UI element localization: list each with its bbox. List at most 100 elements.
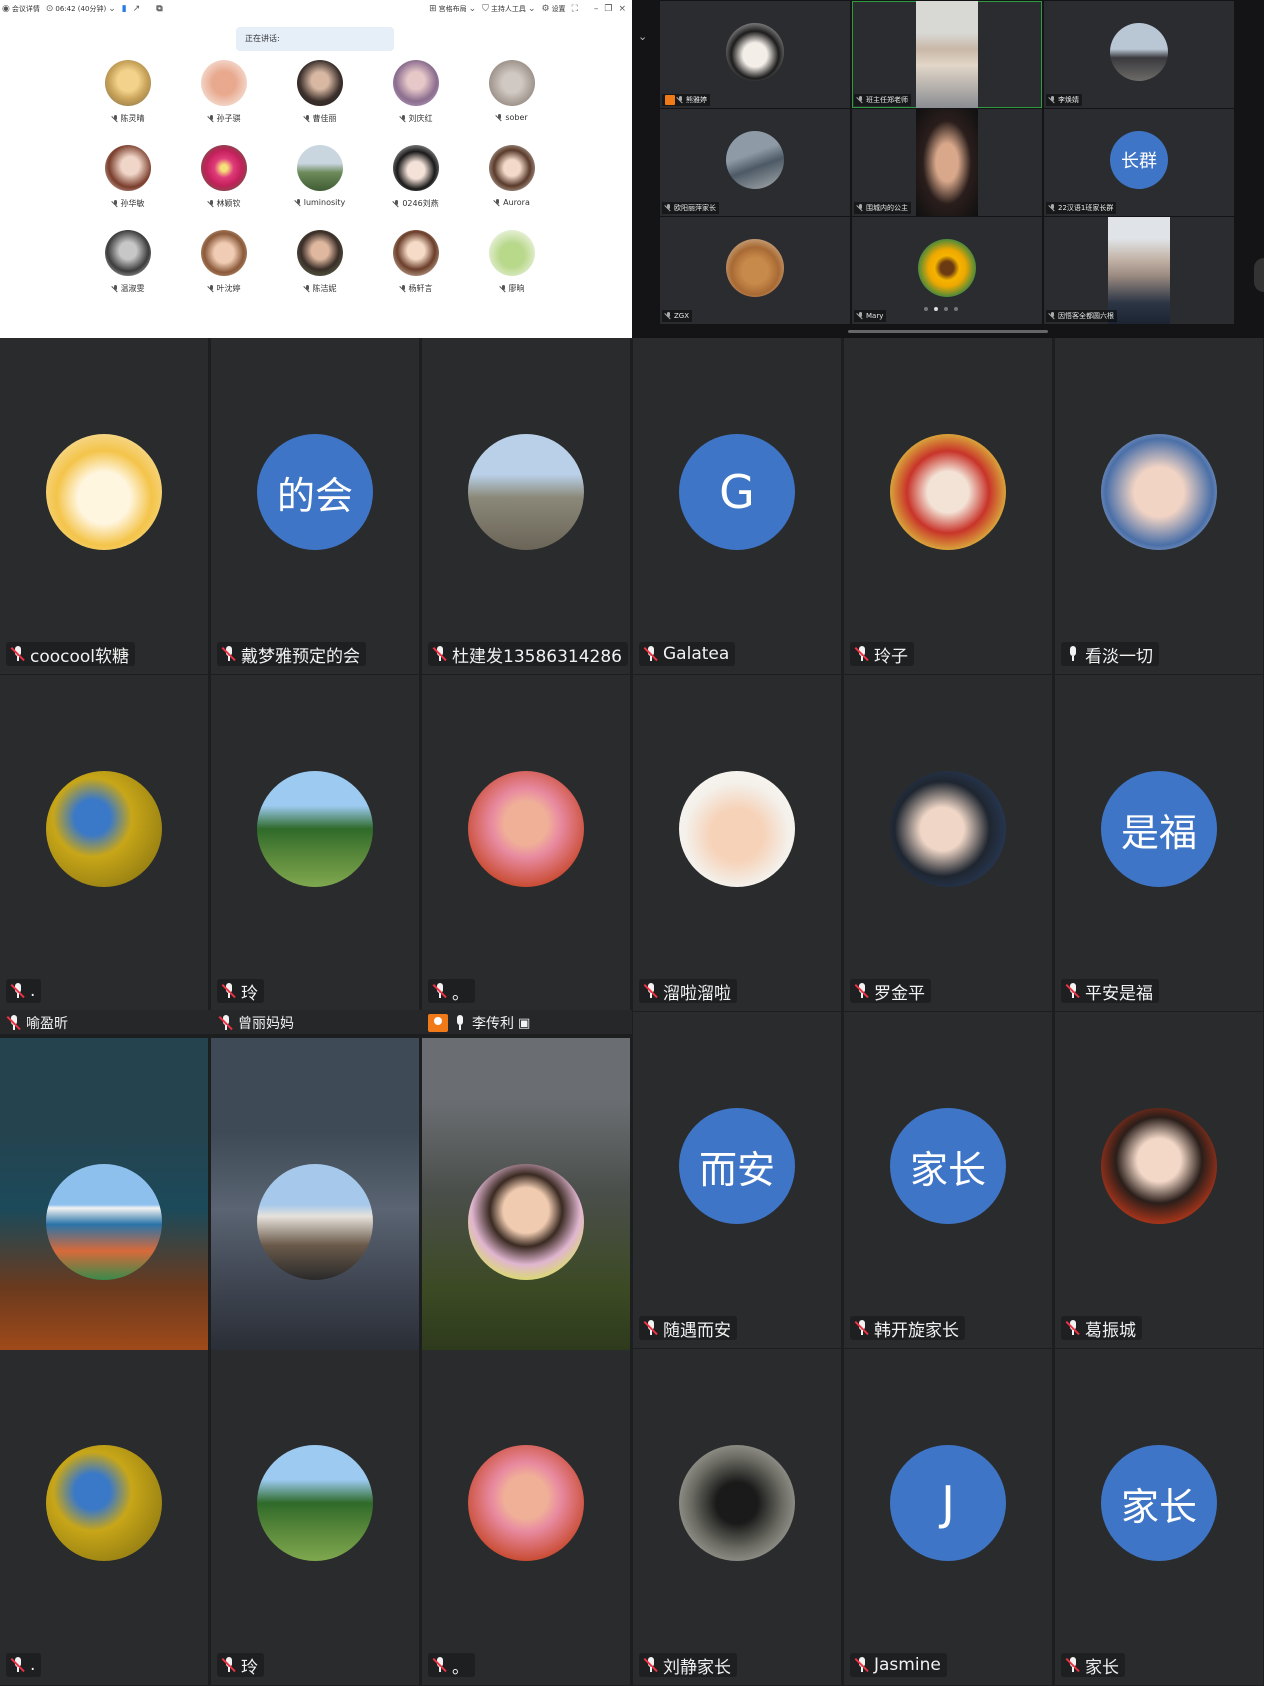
participant-name: 0246刘燕 — [402, 199, 439, 208]
host-tools-button[interactable]: ⛉ 主持人工具 ⌄ — [482, 4, 535, 14]
participant[interactable]: 孙华敏 — [80, 145, 176, 209]
participant[interactable]: 0246刘燕 — [368, 145, 464, 209]
cell-name: Mary — [866, 312, 884, 320]
meeting-timer[interactable]: ⊙ 06:42 (40分钟) ⌄ — [46, 4, 116, 14]
participant-tile[interactable]: 玲 — [211, 675, 419, 1011]
mic-muted-icon — [10, 1656, 26, 1674]
video-cell[interactable]: 熊雅婷 — [660, 1, 850, 108]
participant-tile[interactable]: . — [0, 675, 208, 1011]
close-button[interactable]: × — [618, 4, 626, 14]
participant[interactable]: 刘庆红 — [368, 60, 464, 124]
layout-button[interactable]: ⊞ 宫格布局 ⌄ — [429, 4, 476, 14]
participant-tile[interactable]: 玲子 — [844, 338, 1052, 674]
participant-tile[interactable]: 家长 家长 — [1055, 1349, 1263, 1685]
participant-name: 看淡一切 — [1085, 646, 1153, 667]
mic-muted-icon — [400, 114, 407, 123]
restore-icon: ❐ — [604, 4, 613, 14]
participant-name: 戴梦雅预定的会 — [241, 646, 360, 667]
participant[interactable]: luminosity — [272, 145, 368, 209]
participant-name: 廖晌 — [508, 284, 525, 293]
avatar — [201, 145, 247, 191]
participant[interactable]: 温淑雯 — [80, 230, 176, 294]
video-cell[interactable]: 李焕婧 — [1044, 1, 1234, 108]
meeting-info[interactable]: ◉ 会议详情 — [2, 4, 40, 14]
video-cell[interactable]: 长群 22汉语1班家长群 — [1044, 109, 1234, 216]
participant-name: Jasmine — [874, 1655, 941, 1675]
participant[interactable]: 陈洁妮 — [272, 230, 368, 294]
avatar — [297, 60, 343, 106]
name-label: 李传利 ▣ — [428, 1014, 530, 1032]
fullscreen-button[interactable]: ⛶ — [572, 4, 578, 14]
page-dot[interactable] — [924, 307, 928, 311]
horizontal-scrollbar[interactable] — [848, 330, 1048, 333]
participant-tile[interactable]: 看淡一切 — [1055, 338, 1263, 674]
video-tile[interactable] — [0, 1038, 208, 1350]
avatar-initials: 长群 — [1110, 131, 1168, 189]
participant-tile[interactable]: 家长 韩开旋家长 — [844, 1012, 1052, 1348]
mic-muted-icon — [854, 645, 870, 663]
settings-label: 设置 — [551, 5, 566, 13]
participant[interactable]: 孙子骐 — [176, 60, 272, 124]
name-label: 罗金平 — [850, 979, 931, 1004]
participant-tile[interactable]: 。 — [422, 1349, 630, 1685]
participant-tile[interactable]: J Jasmine — [844, 1349, 1052, 1685]
shield-icon: ⊙ — [45, 4, 54, 14]
video-tile[interactable] — [211, 1038, 419, 1350]
participant-tile[interactable]: 是福 平安是福 — [1055, 675, 1263, 1011]
mic-muted-icon — [854, 1656, 870, 1674]
page-dot[interactable] — [944, 307, 948, 311]
page-dot[interactable] — [954, 307, 958, 311]
side-handle[interactable] — [1254, 258, 1264, 292]
participant-name: 溜啦溜啦 — [663, 983, 731, 1004]
avatar-initials: 是福 — [1101, 771, 1217, 887]
video-cell[interactable]: 围城内的公主 — [852, 109, 1042, 216]
participant-tile[interactable]: 。 — [422, 675, 630, 1011]
participant-tile[interactable]: 的会 戴梦雅预定的会 — [211, 338, 419, 674]
participant[interactable]: 陈灵晴 — [80, 60, 176, 124]
participant-name: 。 — [452, 983, 469, 1004]
participant-tile[interactable]: 而安 随遇而安 — [633, 1012, 841, 1348]
participant[interactable]: sober — [464, 60, 560, 124]
signal-button[interactable]: ▮ — [122, 4, 127, 14]
participant[interactable]: 廖晌 — [464, 230, 560, 294]
page-dot-active[interactable] — [934, 307, 938, 311]
minimize-button[interactable]: – — [594, 4, 599, 14]
restore-button[interactable]: ❐ — [604, 4, 612, 14]
participant-tile[interactable]: 葛振城 — [1055, 1012, 1263, 1348]
participant-name: 孙华敏 — [120, 199, 145, 208]
mic-muted-icon — [500, 284, 507, 293]
name-label: 溜啦溜啦 — [639, 979, 737, 1004]
video-tile[interactable] — [422, 1038, 630, 1350]
video-cell[interactable]: 欧阳丽萍家长 — [660, 109, 850, 216]
participant-tile[interactable]: 溜啦溜啦 — [633, 675, 841, 1011]
participant-tile[interactable]: 罗金平 — [844, 675, 1052, 1011]
mic-icon — [857, 96, 864, 104]
participant-tile[interactable]: coocool软糖 — [0, 338, 208, 674]
brand-button[interactable]: ⧉ — [156, 4, 162, 14]
host-icon — [665, 95, 675, 105]
participant-tile[interactable]: 刘静家长 — [633, 1349, 841, 1685]
participant[interactable]: Aurora — [464, 145, 560, 209]
participant[interactable]: 曹佳丽 — [272, 60, 368, 124]
video-cell[interactable]: ZGX — [660, 217, 850, 324]
participant-tile[interactable]: 玲 — [211, 1349, 419, 1685]
avatar — [679, 1445, 795, 1561]
participant[interactable]: 叶沈婷 — [176, 230, 272, 294]
participant-list-light: 陈灵晴 孙子骐 曹佳丽 刘庆红 sober 孙华敏 林颖钦 luminosity… — [80, 60, 560, 294]
popout-button[interactable]: ↗ — [133, 4, 141, 14]
participant[interactable]: 杨轩言 — [368, 230, 464, 294]
video-cell[interactable]: 因悟客全都圆六根 — [1044, 217, 1234, 324]
video-feed — [1108, 217, 1170, 324]
participant-tile[interactable]: 杜建发13586314286 — [422, 338, 630, 674]
page-indicator[interactable] — [924, 307, 958, 311]
chevron-down-icon[interactable]: ⌄ — [638, 30, 647, 43]
participant-tile[interactable]: . — [0, 1349, 208, 1685]
cell-name: 李焕婧 — [1058, 96, 1079, 104]
participant-name: coocool软糖 — [30, 646, 130, 667]
settings-button[interactable]: ⚙ 设置 — [541, 4, 565, 14]
participant[interactable]: 林颖钦 — [176, 145, 272, 209]
video-cell-active[interactable]: 班主任郑老师 — [852, 1, 1042, 108]
participant-tile[interactable]: G Galatea — [633, 338, 841, 674]
avatar — [726, 239, 784, 297]
avatar — [105, 230, 151, 276]
